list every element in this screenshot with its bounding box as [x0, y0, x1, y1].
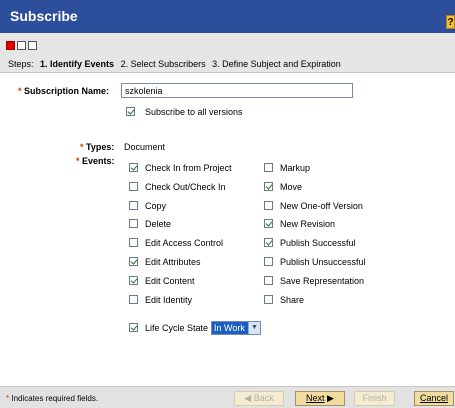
- types-label: * Types:: [80, 142, 115, 152]
- event-label: Check In from Project: [145, 163, 232, 173]
- types-value: Document: [124, 142, 166, 152]
- event-checkbox[interactable]: [129, 275, 138, 285]
- event-label: Copy: [145, 200, 167, 211]
- step-3-label: 3. Define Subject and Expiration: [212, 59, 341, 69]
- event-checkbox[interactable]: [264, 219, 273, 229]
- cancel-button[interactable]: Cancel: [414, 391, 454, 406]
- events-label: * Events:: [76, 156, 115, 166]
- lifecycle-state-checkbox[interactable]: [129, 323, 138, 332]
- window-title: Subscribe: [10, 8, 78, 24]
- event-label: Move: [280, 181, 303, 192]
- event-label: Edit Attributes: [145, 257, 201, 267]
- next-button[interactable]: Next ▶: [295, 391, 345, 406]
- event-checkbox[interactable]: [264, 163, 273, 172]
- event-checkbox[interactable]: [264, 200, 273, 210]
- subscribe-all-versions-checkbox[interactable]: [126, 107, 135, 116]
- finish-button[interactable]: Finish: [354, 391, 395, 406]
- step-1-label: 1. Identify Events: [40, 59, 115, 69]
- event-checkbox[interactable]: [129, 181, 138, 191]
- title-bar: Subscribe ?: [0, 0, 455, 33]
- event-label: New One-off Version: [280, 200, 363, 211]
- event-label: Save Representation: [280, 275, 365, 286]
- step-indicator-2: [17, 41, 26, 50]
- subscription-name-input[interactable]: [121, 83, 353, 98]
- required-fields-note: * Indicates required fields.: [6, 394, 99, 403]
- event-label: Edit Identity: [145, 294, 193, 305]
- lifecycle-state-label: Life Cycle State: [145, 323, 209, 333]
- back-button[interactable]: ◀ Back: [234, 391, 284, 406]
- footer-bar: * Indicates required fields. ◀ Back Next…: [0, 386, 455, 408]
- event-checkbox[interactable]: [264, 181, 273, 191]
- required-mark: *: [18, 86, 22, 96]
- chevron-down-icon[interactable]: ▼: [248, 322, 260, 334]
- step-indicator-1: [6, 41, 15, 50]
- event-checkbox[interactable]: [264, 257, 273, 266]
- event-label: Check Out/Check In: [145, 181, 226, 192]
- subscribe-all-versions-label: Subscribe to all versions: [145, 107, 243, 117]
- event-label: New Revision: [280, 219, 336, 230]
- event-checkbox[interactable]: [129, 294, 138, 304]
- event-label: Publish Unsuccessful: [280, 257, 366, 267]
- event-label: Markup: [280, 163, 311, 173]
- wizard-step-bar: Steps: 1. Identify Events 2. Select Subs…: [0, 33, 455, 73]
- event-label: Share: [280, 294, 305, 305]
- arrow-right-icon: ▶: [327, 393, 334, 403]
- event-label: Delete: [145, 219, 172, 230]
- lifecycle-state-select[interactable]: In Work ▼: [211, 321, 261, 335]
- event-label: Publish Successful: [280, 238, 356, 249]
- event-checkbox[interactable]: [129, 200, 138, 210]
- event-checkbox[interactable]: [129, 257, 138, 266]
- event-checkbox[interactable]: [129, 219, 138, 229]
- event-checkbox[interactable]: [264, 275, 273, 285]
- steps-prefix: Steps:: [8, 59, 34, 69]
- steps-breadcrumb: Steps: 1. Identify Events 2. Select Subs…: [8, 59, 345, 69]
- step-2-label: 2. Select Subscribers: [120, 59, 206, 69]
- lifecycle-state-value: In Work: [212, 322, 249, 334]
- help-button[interactable]: ?: [446, 15, 455, 29]
- event-label: Edit Content: [145, 275, 195, 286]
- event-checkbox[interactable]: [264, 294, 273, 304]
- event-checkbox[interactable]: [129, 238, 138, 248]
- event-checkbox[interactable]: [129, 163, 138, 172]
- arrow-left-icon: ◀: [244, 393, 252, 403]
- subscription-name-label: * Subscription Name:: [18, 86, 110, 96]
- step-indicator-3: [28, 41, 37, 50]
- event-checkbox[interactable]: [264, 238, 273, 248]
- event-label: Edit Access Control: [145, 238, 224, 249]
